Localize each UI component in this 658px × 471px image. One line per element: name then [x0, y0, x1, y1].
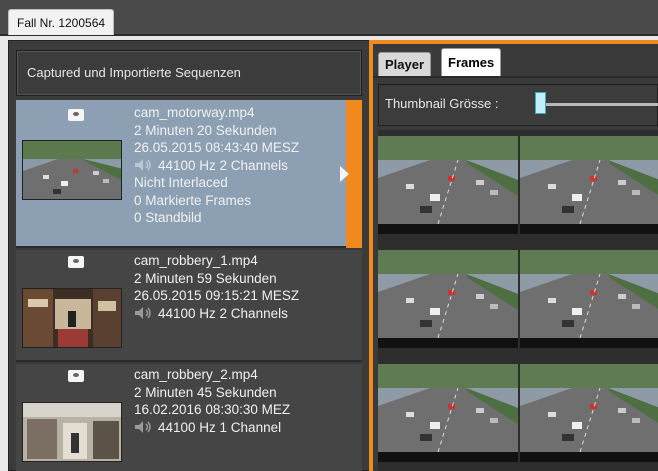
frame-thumbnail[interactable] [378, 358, 520, 468]
frame-thumbnail[interactable] [520, 244, 658, 354]
tab-frames[interactable]: Frames [441, 48, 502, 76]
sequence-audio: 44100 Hz 2 Channels [134, 157, 299, 175]
speaker-icon [134, 158, 154, 172]
sequence-audio: 44100 Hz 2 Channels [134, 305, 299, 323]
sequence-filename: cam_motorway.mp4 [134, 105, 255, 120]
tab-player[interactable]: Player [378, 52, 432, 76]
frame-thumbnail[interactable] [378, 244, 520, 354]
thumbnail-size-slider-track[interactable] [536, 103, 658, 106]
sequence-item-cam-robbery-1[interactable]: cam_robbery_1.mp4 2 Minuten 59 Sekunden … [16, 250, 362, 362]
sequence-marked-frames: 0 Markierte Frames [134, 192, 252, 208]
speaker-icon [134, 306, 154, 320]
frame-caption-bar [520, 224, 658, 234]
sequence-stills: 0 Standbild [134, 210, 202, 225]
frame-thumbnail[interactable] [520, 130, 658, 240]
frames-grid [378, 130, 658, 471]
audio-label: 44100 Hz 2 Channels [158, 157, 288, 173]
sequence-duration: 2 Minuten 20 Sekunden [134, 122, 277, 138]
frame-image [378, 250, 518, 338]
frame-caption-bar [378, 338, 518, 348]
sequence-duration: 2 Minuten 59 Sekunden [134, 270, 277, 286]
frame-thumbnail[interactable] [378, 130, 520, 240]
sequence-datetime: 16.02.2016 08:30:30 MEZ [134, 402, 291, 417]
selection-arrow-icon [340, 166, 349, 182]
frame-image [520, 136, 658, 224]
tab-divider [373, 76, 658, 78]
frame-caption-bar [520, 338, 658, 348]
frame-image [520, 364, 658, 452]
speaker-icon [134, 420, 154, 434]
sequence-filename: cam_robbery_1.mp4 [134, 253, 258, 268]
sequence-filename: cam_robbery_2.mp4 [134, 367, 258, 382]
sequence-panel-header: Captured und Importierte Sequenzen [16, 50, 362, 96]
frame-caption-bar [378, 224, 518, 234]
audio-label: 44100 Hz 2 Channels [158, 305, 288, 321]
sequence-info: cam_motorway.mp4 2 Minuten 20 Sekunden 2… [134, 104, 299, 227]
thumbnail-size-label: Thumbnail Grösse : [385, 96, 499, 111]
sequence-info: cam_robbery_1.mp4 2 Minuten 59 Sekunden … [134, 252, 299, 322]
sequence-interlace: Nicht Interlaced [134, 175, 228, 190]
drive-icon [68, 109, 84, 121]
sequence-thumbnail [22, 140, 122, 200]
sequence-item-cam-motorway[interactable]: cam_motorway.mp4 2 Minuten 20 Sekunden 2… [16, 100, 362, 248]
sequence-audio: 44100 Hz 1 Channel [134, 419, 290, 437]
drive-icon [68, 256, 84, 268]
drive-icon [68, 370, 84, 382]
sequence-info: cam_robbery_2.mp4 2 Minuten 45 Sekunden … [134, 366, 290, 436]
sequence-list[interactable]: cam_motorway.mp4 2 Minuten 20 Sekunden 2… [16, 100, 362, 471]
sequence-item-cam-robbery-2[interactable]: cam_robbery_2.mp4 2 Minuten 45 Sekunden … [16, 364, 362, 471]
sequence-thumbnail [22, 402, 122, 462]
case-tab[interactable]: Fall Nr. 1200564 [8, 9, 115, 35]
sequence-datetime: 26.05.2015 09:15:21 MESZ [134, 288, 300, 303]
audio-label: 44100 Hz 1 Channel [158, 419, 282, 435]
frame-image [378, 364, 518, 452]
frame-image [520, 250, 658, 338]
thumbnail-size-slider-handle[interactable] [535, 92, 546, 114]
frame-thumbnail[interactable] [520, 358, 658, 468]
sequence-thumbnail [22, 288, 122, 348]
sequence-datetime: 26.05.2015 08:43:40 MESZ [134, 140, 300, 155]
frame-image [378, 136, 518, 224]
frame-caption-bar [378, 452, 518, 462]
frame-caption-bar [520, 452, 658, 462]
sequence-duration: 2 Minuten 45 Sekunden [134, 384, 277, 400]
